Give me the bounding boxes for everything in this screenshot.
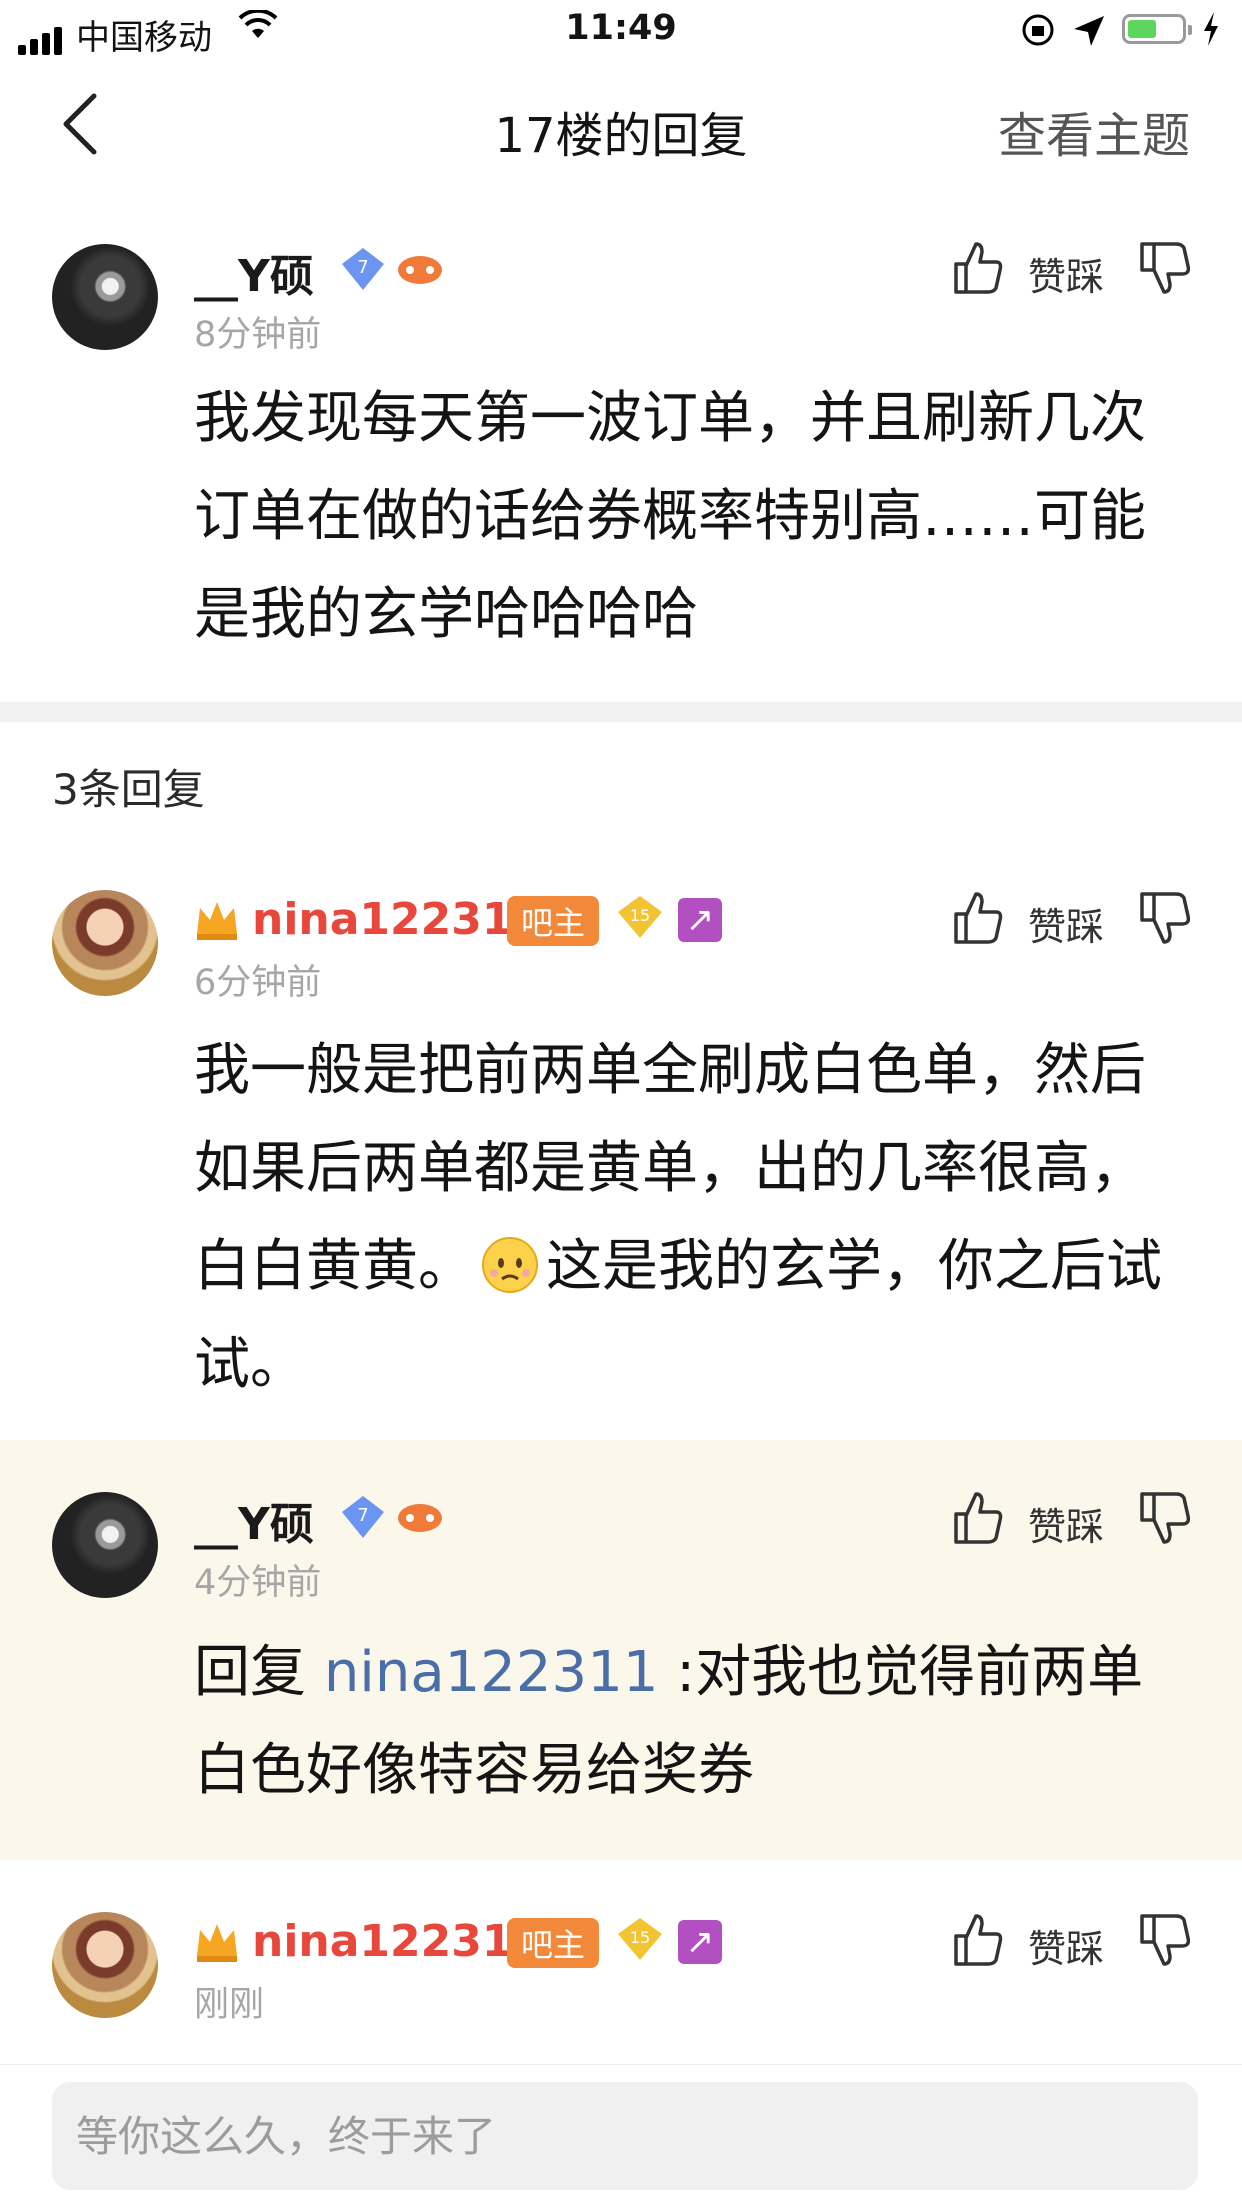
charging-icon [1204, 12, 1218, 46]
diamond-level-icon: 7 [342, 1496, 384, 1538]
post-time: 8分钟前 [194, 315, 322, 355]
location-icon [1074, 16, 1104, 46]
crown-icon [197, 1924, 237, 1962]
status-bar: 中国移动 11:49 [0, 0, 1242, 62]
sagittarius-icon: ↗ [678, 1920, 722, 1964]
view-topic-button[interactable]: 查看主题 [998, 96, 1190, 166]
reply-input[interactable] [52, 2082, 1198, 2190]
avatar[interactable] [52, 1912, 158, 2018]
svg-text:15: 15 [630, 906, 650, 925]
avatar[interactable] [52, 244, 158, 350]
thumb-down-icon[interactable] [1138, 240, 1190, 296]
worried-face-icon [482, 1237, 538, 1293]
reply-content: 我一般是把前两单全刷成白色单，然后如果后两单都是黄单，出的几率很高，白白黄黄。 … [194, 1022, 1194, 1414]
avatar[interactable] [52, 1492, 158, 1598]
diamond-level-icon: 7 [342, 248, 384, 290]
post-content: 我发现每天第一波订单，并且刷新几次订单在做的话给券概率特别高……可能是我的玄学哈… [194, 386, 1146, 647]
moderator-badge: 吧主 [507, 1918, 600, 1968]
vote-label: 赞踩 [1028, 905, 1105, 949]
level-badge-icon: 15 [618, 1918, 662, 1960]
sagittarius-icon: ↗ [678, 898, 722, 942]
username[interactable]: nina122311 [252, 894, 543, 945]
vote-label: 赞踩 [1028, 255, 1105, 299]
reply-time: 6分钟前 [194, 963, 322, 1003]
reply-time: 4分钟前 [194, 1563, 322, 1603]
thumb-down-icon[interactable] [1138, 890, 1190, 946]
battery-icon [1122, 14, 1192, 44]
mention-link[interactable]: nina122311 [324, 1640, 659, 1705]
section-divider [0, 702, 1242, 722]
avatar[interactable] [52, 890, 158, 996]
username[interactable]: __Y硕 [194, 240, 314, 304]
reply-prefix: 回复 [194, 1640, 324, 1705]
reply-time: 刚刚 [194, 1985, 265, 2025]
reply-content: 回复 nina122311 :对我也觉得前两单白色好像特容易给奖券 [194, 1624, 1194, 1820]
game-icon [398, 1504, 442, 1532]
svg-text:15: 15 [630, 1928, 650, 1947]
vote-label: 赞踩 [1028, 1927, 1105, 1971]
username[interactable]: nina122311 [252, 1916, 543, 1967]
svg-text:7: 7 [357, 1505, 368, 1526]
level-badge-icon: 15 [618, 896, 662, 938]
moderator-badge: 吧主 [507, 896, 600, 946]
username[interactable]: __Y硕 [194, 1488, 314, 1552]
thumb-up-icon[interactable] [952, 890, 1004, 946]
game-icon [398, 256, 442, 284]
thumb-down-icon[interactable] [1138, 1490, 1190, 1546]
reply-count: 3条回复 [52, 765, 205, 814]
svg-text:7: 7 [357, 257, 368, 278]
thumb-down-icon[interactable] [1138, 1912, 1190, 1968]
vote-label: 赞踩 [1028, 1505, 1105, 1549]
thumb-up-icon[interactable] [952, 1912, 1004, 1968]
thumb-up-icon[interactable] [952, 240, 1004, 296]
orientation-lock-icon [1022, 14, 1054, 46]
crown-icon [197, 902, 237, 940]
thumb-up-icon[interactable] [952, 1490, 1004, 1546]
